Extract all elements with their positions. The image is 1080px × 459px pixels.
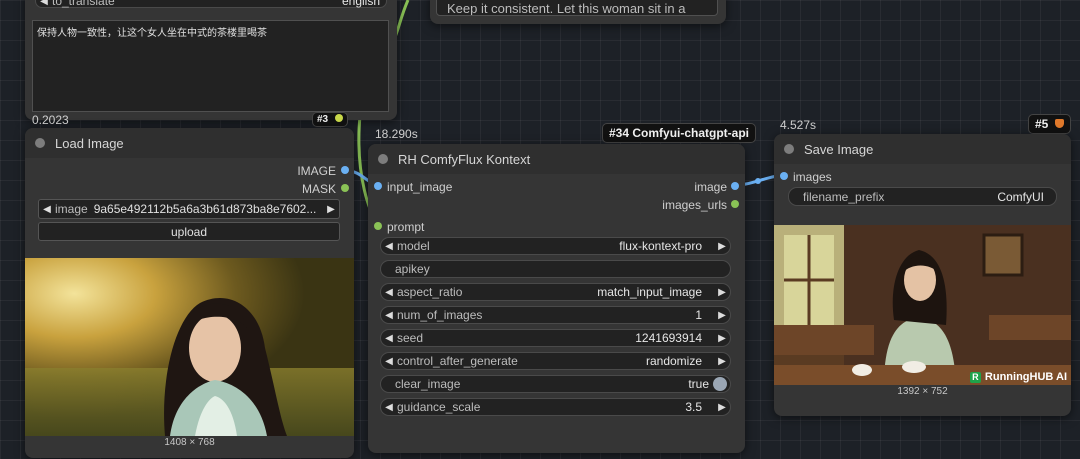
prompt-preview-node[interactable]: Keep it consistent. Let this woman sit i… <box>430 0 726 24</box>
left-arrow-icon[interactable]: ◀ <box>381 310 397 321</box>
widget-name: image <box>55 202 88 216</box>
to-translate-widget[interactable]: ◀ to_translate english <box>35 0 387 8</box>
translate-node-timing: 0.2023 <box>32 113 69 127</box>
node-title: RH ComfyFlux Kontext <box>398 151 531 167</box>
widget-name: filename_prefix <box>803 189 885 204</box>
output-image-preview <box>774 225 1071 385</box>
watermark: R RunningHUB AI <box>969 371 1067 383</box>
apikey-widget[interactable]: apikey <box>380 260 731 278</box>
translate-node[interactable]: ◀ to_translate english 保持人物一致性，让这个女人坐在中式… <box>25 0 397 120</box>
widget-name: apikey <box>395 262 430 276</box>
seed-widget[interactable]: ◀ seed 1241693914 ▶ <box>380 329 731 347</box>
upload-button[interactable]: upload <box>38 222 340 241</box>
input-port-input-image[interactable] <box>374 182 382 190</box>
right-arrow-icon[interactable]: ▶ <box>714 241 730 252</box>
widget-name: model <box>397 239 430 253</box>
widget-value: true <box>688 377 709 391</box>
model-widget[interactable]: ◀ model flux-kontext-pro ▶ <box>380 237 731 255</box>
output-port-image[interactable] <box>341 166 349 174</box>
flux-node-timing: 18.290s <box>375 127 418 141</box>
node-title: Load Image <box>55 135 124 151</box>
clear-image-toggle[interactable]: clear_image true <box>380 375 731 393</box>
load-image-title-bar[interactable]: Load Image <box>25 128 354 158</box>
collapse-dot-icon[interactable] <box>378 154 388 164</box>
translate-node-badge: #3 <box>312 112 348 127</box>
widget-value: randomize <box>645 354 702 368</box>
flux-node-badge: #34 Comfyui-chatgpt-api <box>602 123 757 143</box>
output-label-mask: MASK <box>301 182 336 196</box>
save-node-badge: #5 <box>1028 114 1071 134</box>
right-arrow-icon[interactable]: ▶ <box>714 333 730 344</box>
input-port-images[interactable] <box>780 172 788 180</box>
aspect-ratio-widget[interactable]: ◀ aspect_ratio match_input_image ▶ <box>380 283 731 301</box>
num-of-images-widget[interactable]: ◀ num_of_images 1 ▶ <box>380 306 731 324</box>
fox-icon <box>1054 119 1064 128</box>
left-arrow-icon[interactable]: ◀ <box>36 0 52 7</box>
widget-name: aspect_ratio <box>397 285 463 299</box>
link-midpoint <box>755 178 761 184</box>
widget-value: 9a65e492112b5a6a3b61d873ba8e7602... <box>93 202 317 216</box>
widget-name: clear_image <box>395 377 461 391</box>
control-after-generate-widget[interactable]: ◀ control_after_generate randomize ▶ <box>380 352 731 370</box>
widget-value: english <box>341 0 380 8</box>
left-arrow-icon[interactable]: ◀ <box>39 204 55 215</box>
flux-title-bar[interactable]: RH ComfyFlux Kontext <box>368 144 745 174</box>
runninghub-logo-icon: R <box>969 371 981 383</box>
image-size-label: 1392 × 752 <box>897 386 948 397</box>
status-icon <box>334 114 343 122</box>
output-label-image: image <box>694 180 727 194</box>
translate-text: 保持人物一致性，让这个女人坐在中式的茶楼里喝茶 <box>37 28 267 39</box>
save-node-timing: 4.527s <box>780 118 817 132</box>
right-arrow-icon[interactable]: ▶ <box>714 356 730 367</box>
widget-name: control_after_generate <box>397 354 518 368</box>
widget-name: seed <box>397 331 424 345</box>
output-port-mask[interactable] <box>341 184 349 192</box>
filename-prefix-widget[interactable]: filename_prefix ComfyUI <box>788 187 1057 206</box>
flux-kontext-node[interactable]: RH ComfyFlux Kontext input_image image i… <box>368 144 745 453</box>
widget-value: ComfyUI <box>997 189 1044 204</box>
input-label-input-image: input_image <box>387 180 453 194</box>
left-arrow-icon[interactable]: ◀ <box>381 287 397 298</box>
left-arrow-icon[interactable]: ◀ <box>381 333 397 344</box>
left-arrow-icon[interactable]: ◀ <box>381 402 397 413</box>
toggle-knob-icon[interactable] <box>713 377 727 391</box>
right-arrow-icon[interactable]: ▶ <box>714 310 730 321</box>
widget-value: 3.5 <box>685 400 702 414</box>
left-arrow-icon[interactable]: ◀ <box>381 241 397 252</box>
widget-value: 1 <box>695 308 702 322</box>
load-image-node[interactable]: Load Image IMAGE MASK ◀ image 9a65e49211… <box>25 128 354 458</box>
prompt-preview-text[interactable]: Keep it consistent. Let this woman sit i… <box>436 0 718 16</box>
output-label-image: IMAGE <box>297 164 336 178</box>
guidance-scale-widget[interactable]: ◀ guidance_scale 3.5 ▶ <box>380 398 731 416</box>
widget-value: match_input_image <box>597 285 702 299</box>
widget-value: flux-kontext-pro <box>619 239 702 253</box>
collapse-dot-icon[interactable] <box>35 138 45 148</box>
image-size-label: 1408 × 768 <box>164 437 215 448</box>
left-arrow-icon[interactable]: ◀ <box>381 356 397 367</box>
output-port-image[interactable] <box>731 182 739 190</box>
right-arrow-icon[interactable]: ▶ <box>323 204 339 215</box>
image-select-widget[interactable]: ◀ image 9a65e492112b5a6a3b61d873ba8e7602… <box>38 199 340 219</box>
collapse-dot-icon[interactable] <box>784 144 794 154</box>
translate-text-input[interactable]: 保持人物一致性，让这个女人坐在中式的茶楼里喝茶 <box>32 20 389 112</box>
input-image-preview <box>25 258 354 436</box>
output-label-images-urls: images_urls <box>662 198 727 212</box>
right-arrow-icon[interactable]: ▶ <box>714 402 730 413</box>
right-arrow-icon[interactable]: ▶ <box>714 287 730 298</box>
input-port-prompt[interactable] <box>374 222 382 230</box>
widget-value: 1241693914 <box>635 331 702 345</box>
save-image-title-bar[interactable]: Save Image <box>774 134 1071 164</box>
node-title: Save Image <box>804 141 874 157</box>
input-label-prompt: prompt <box>387 220 425 234</box>
widget-name: to_translate <box>52 0 115 8</box>
widget-name: guidance_scale <box>397 400 481 414</box>
save-image-node[interactable]: Save Image images filename_prefix ComfyU… <box>774 134 1071 416</box>
widget-name: num_of_images <box>397 308 483 322</box>
output-port-images-urls[interactable] <box>731 200 739 208</box>
input-label-images: images <box>793 170 832 184</box>
